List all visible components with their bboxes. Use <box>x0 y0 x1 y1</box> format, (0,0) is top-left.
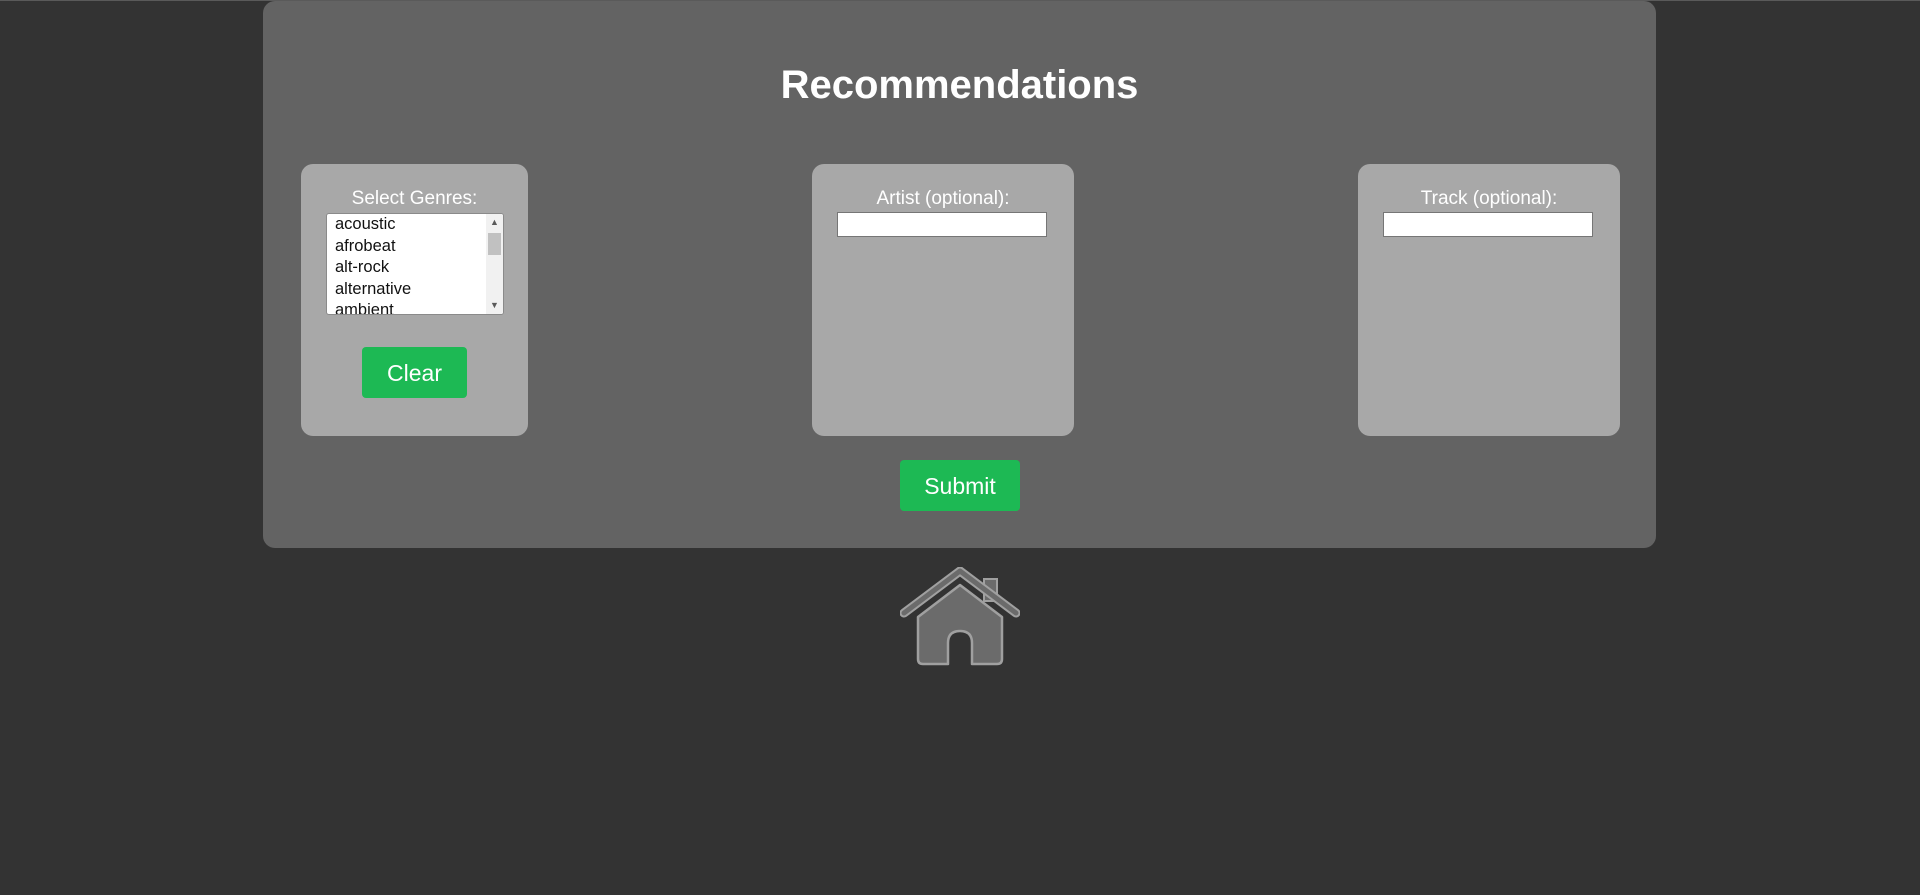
scroll-thumb[interactable] <box>488 233 501 255</box>
home-icon <box>899 566 1021 666</box>
artist-input[interactable] <box>837 212 1047 237</box>
genres-card: Select Genres: acoustic afrobeat alt-roc… <box>301 164 528 436</box>
track-label: Track (optional): <box>1420 188 1558 209</box>
genre-option[interactable]: alt-rock <box>327 257 503 279</box>
recommendations-panel: Recommendations Select Genres: acoustic … <box>263 1 1656 548</box>
track-input[interactable] <box>1383 212 1593 237</box>
genre-option[interactable]: afrobeat <box>327 236 503 258</box>
genres-label: Select Genres: <box>351 188 478 209</box>
track-card: Track (optional): <box>1358 164 1620 436</box>
scroll-up-arrow-icon[interactable]: ▲ <box>486 214 503 231</box>
genre-option[interactable]: alternative <box>327 279 503 301</box>
genre-select-list[interactable]: acoustic afrobeat alt-rock alternative a… <box>326 213 504 315</box>
home-link[interactable] <box>899 566 1021 667</box>
artist-card: Artist (optional): <box>812 164 1074 436</box>
genre-option[interactable]: ambient <box>327 300 503 314</box>
scroll-down-arrow-icon[interactable]: ▼ <box>486 297 503 314</box>
genre-list-scrollbar[interactable]: ▲ ▼ <box>486 214 503 314</box>
submit-button[interactable]: Submit <box>900 460 1020 511</box>
genre-option[interactable]: acoustic <box>327 214 503 236</box>
artist-label: Artist (optional): <box>876 188 1010 209</box>
page-title: Recommendations <box>780 63 1139 107</box>
clear-button[interactable]: Clear <box>362 347 467 398</box>
